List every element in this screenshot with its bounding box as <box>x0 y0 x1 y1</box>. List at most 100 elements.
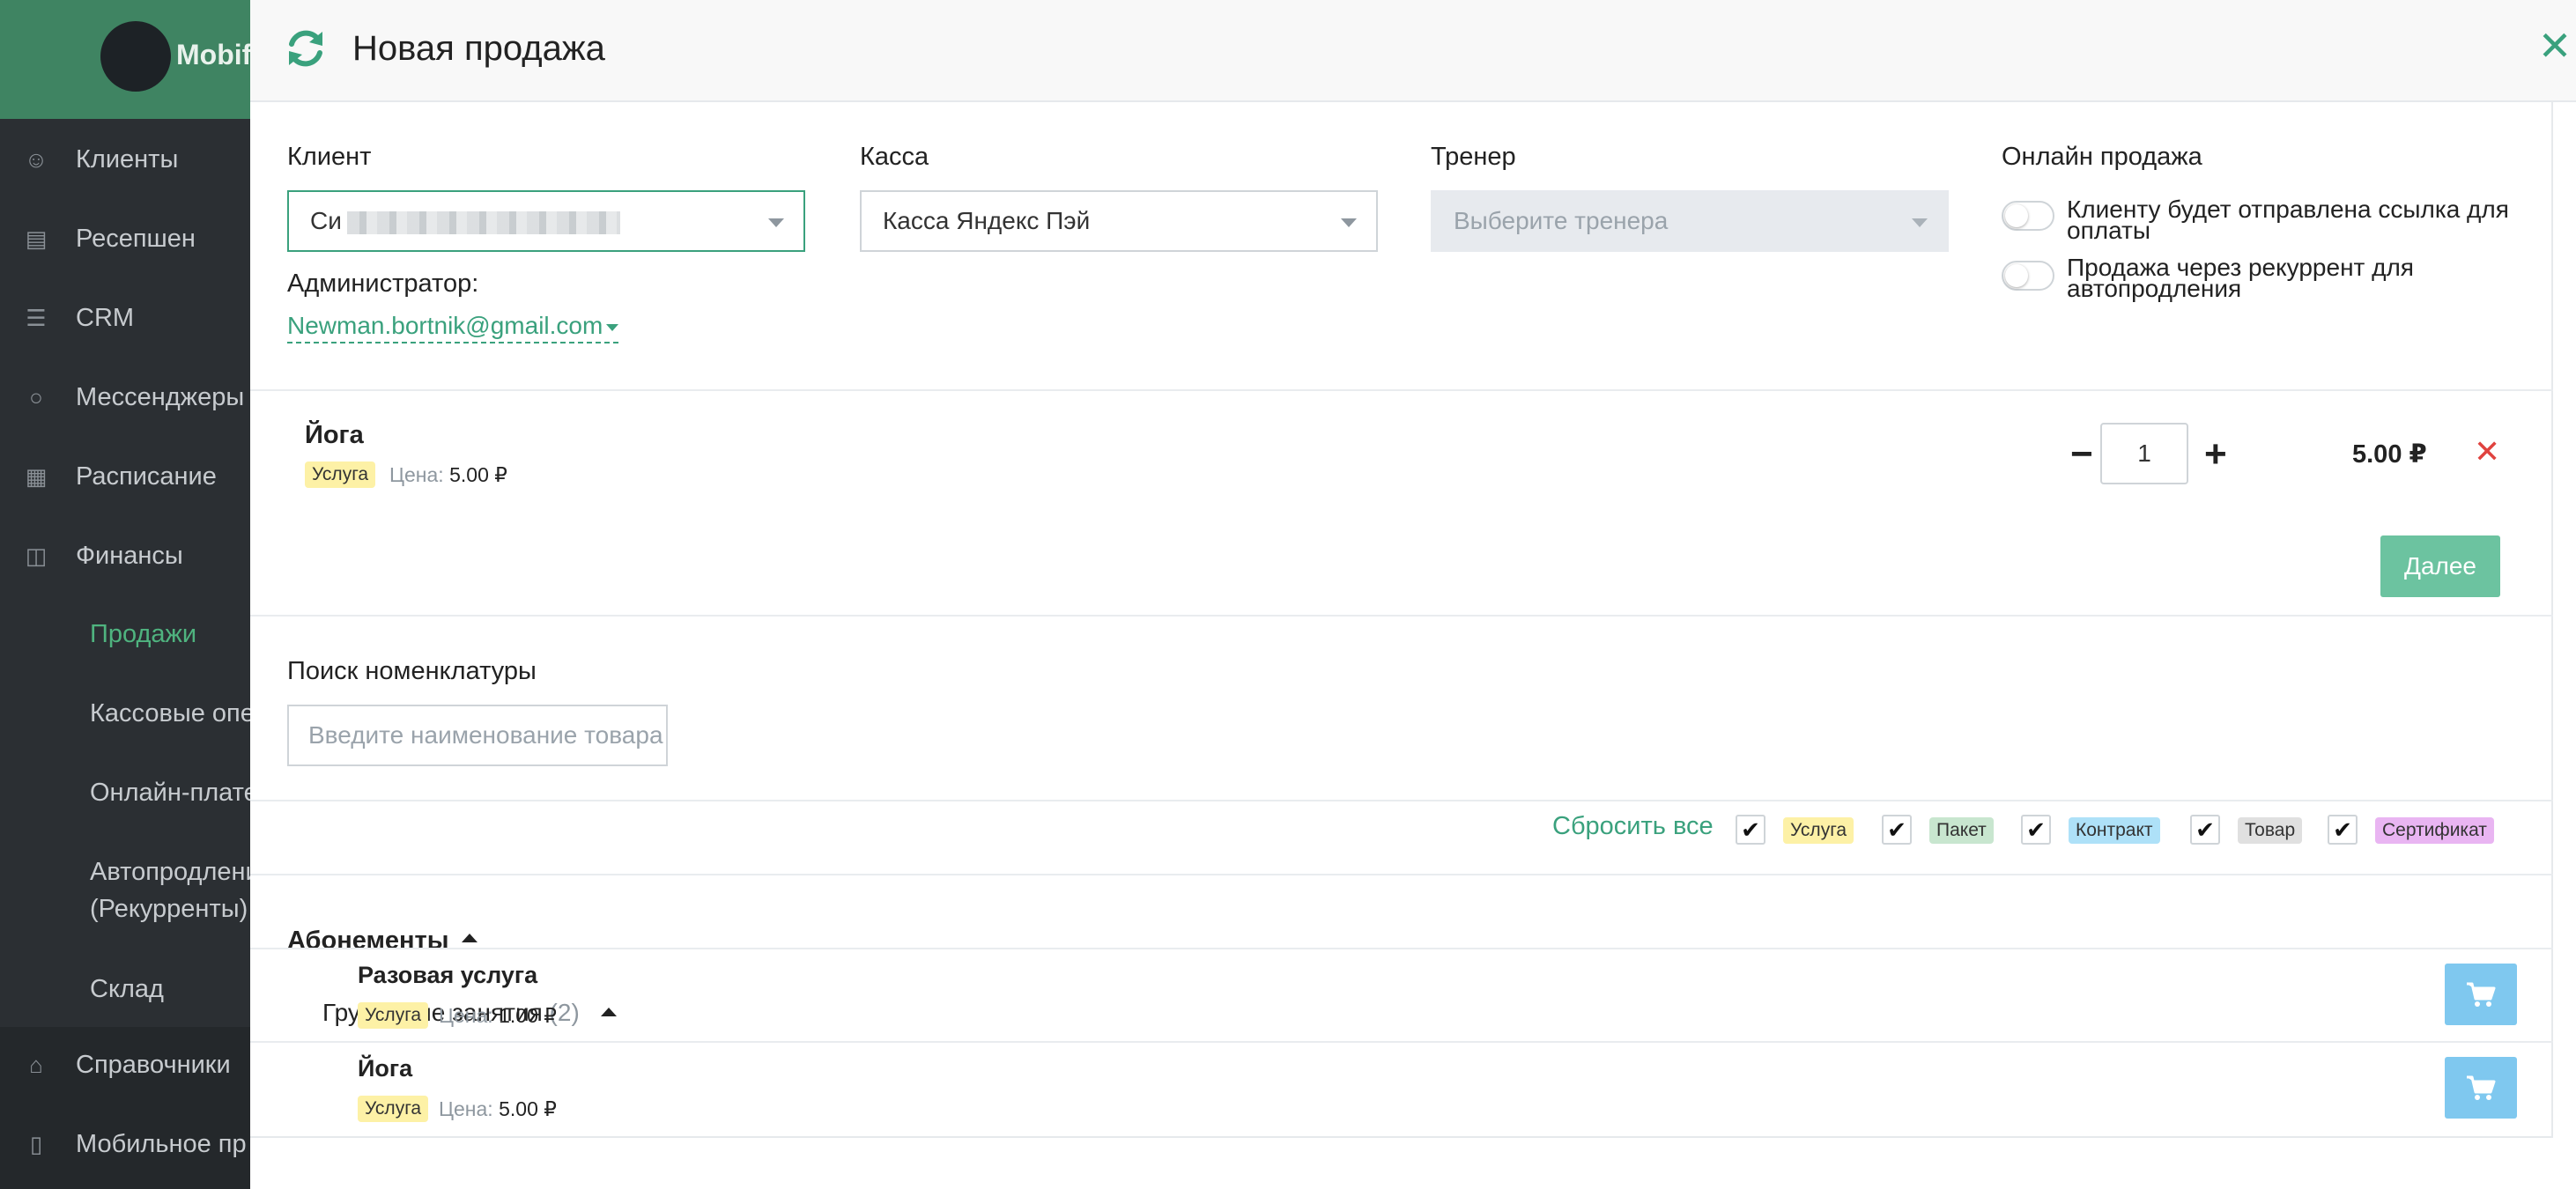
list-icon: ☰ <box>26 305 47 331</box>
close-icon[interactable]: ✕ <box>2537 26 2572 66</box>
send-payment-link-toggle[interactable] <box>2002 201 2054 231</box>
admin-label: Администратор: <box>287 270 479 298</box>
kassa-label: Касса <box>860 143 929 171</box>
admin-select[interactable]: Newman.bortnik@gmail.com <box>287 310 619 343</box>
clipboard-icon: ▤ <box>25 225 48 252</box>
sidebar-subitem-cash[interactable]: Кассовые опе <box>90 696 250 731</box>
cart-item-total: 5.00 ₽ <box>2352 440 2427 469</box>
sidebar-item-messengers[interactable]: ○ Мессенджеры <box>0 359 250 435</box>
chevron-down-icon <box>768 218 784 227</box>
filter-checkbox-usluga[interactable]: ✔ <box>1736 815 1765 845</box>
catalog-item-price: Цена: 1.00 ₽ <box>439 1004 557 1028</box>
sidebar-subitem-recurrent[interactable]: Автопродлени <box>90 854 250 890</box>
sidebar-item-schedule[interactable]: ▦ Расписание <box>0 439 250 514</box>
chevron-down-icon <box>606 323 619 331</box>
sidebar-item-mobile[interactable]: ▯ Мобильное пр <box>0 1106 250 1182</box>
divider <box>250 800 2553 801</box>
filter-checkbox-tovar[interactable]: ✔ <box>2190 815 2220 845</box>
sidebar-item-label: CRM <box>76 303 135 332</box>
admin-value: Newman.bortnik@gmail.com <box>287 312 603 339</box>
qty-plus-button[interactable]: + <box>2204 435 2227 474</box>
divider <box>250 389 2553 391</box>
cart-item-type-badge: Услуга <box>305 462 376 488</box>
chevron-down-icon <box>1912 218 1928 227</box>
sidebar-item-reception[interactable]: ▤ Ресепшен <box>0 201 250 277</box>
collapse-up-icon[interactable] <box>601 1008 617 1016</box>
mobile-icon: ▯ <box>29 1131 43 1157</box>
price-label: Цена: <box>439 1004 493 1027</box>
sidebar-item-references[interactable]: ⌂ Справочники <box>0 1027 250 1103</box>
price-label: Цена: <box>389 463 444 486</box>
filter-badge-usluga: Услуга <box>1783 817 1854 844</box>
sidebar-item-finance[interactable]: ◫ Финансы <box>0 518 250 594</box>
kassa-value: Касса Яндекс Пэй <box>883 207 1091 234</box>
client-label: Клиент <box>287 143 372 171</box>
add-to-cart-button[interactable] <box>2445 1057 2517 1119</box>
chat-icon: ○ <box>29 384 43 410</box>
divider <box>250 615 2553 617</box>
divider <box>250 1041 2553 1043</box>
collapse-up-icon[interactable] <box>462 934 477 942</box>
sidebar: Mobif ☺ Клиенты ▤ Ресепшен ☰ CRM ○ Мессе… <box>0 0 250 1189</box>
chevron-down-icon <box>1341 218 1357 227</box>
price-value: 5.00 ₽ <box>499 1097 557 1120</box>
sidebar-subitem-warehouse[interactable]: Склад <box>90 971 164 1007</box>
online-sale-label: Онлайн продажа <box>2002 143 2202 171</box>
divider <box>250 874 2553 875</box>
next-button[interactable]: Далее <box>2380 535 2500 597</box>
add-to-cart-button[interactable] <box>2445 964 2517 1025</box>
filter-badge-paket: Пакет <box>1929 817 1994 844</box>
logo-text[interactable]: Mobif <box>176 39 250 71</box>
cart-icon <box>2467 982 2496 1007</box>
catalog-item-price: Цена: 5.00 ₽ <box>439 1097 557 1121</box>
modal-title: Новая продажа <box>352 29 605 68</box>
catalog-item-name: Разовая услуга <box>358 962 538 988</box>
logo-icon[interactable] <box>100 21 171 92</box>
recurrent-sale-toggle[interactable] <box>2002 261 2054 291</box>
sidebar-subitem-online-payments[interactable]: Онлайн-плате <box>90 775 250 810</box>
modal-header: Новая продажа ✕ <box>250 0 2576 102</box>
sidebar-item-label: Расписание <box>76 462 217 491</box>
client-select[interactable]: Си <box>287 190 805 252</box>
price-value: 1.00 ₽ <box>499 1004 557 1027</box>
reset-filters-link[interactable]: Сбросить все <box>1552 812 1714 841</box>
kassa-select[interactable]: Касса Яндекс Пэй <box>860 190 1378 252</box>
sidebar-header: Mobif <box>0 0 250 119</box>
refresh-icon[interactable] <box>284 26 328 70</box>
qty-input[interactable]: 1 <box>2100 423 2188 484</box>
filter-badge-tovar: Товар <box>2238 817 2303 844</box>
client-name-blurred <box>346 210 620 234</box>
trainer-placeholder: Выберите тренера <box>1454 207 1669 234</box>
sidebar-subitem-recurrent-2[interactable]: (Рекурренты) <box>90 891 248 927</box>
catalog-item-type-badge: Услуга <box>358 1096 429 1122</box>
sidebar-item-clients[interactable]: ☺ Клиенты <box>0 122 250 197</box>
sidebar-item-label: Мобильное пр <box>76 1129 247 1158</box>
sidebar-item-label: Справочники <box>76 1050 231 1079</box>
user-icon: ☺ <box>24 146 48 173</box>
home-icon: ⌂ <box>29 1052 43 1078</box>
group-abonements[interactable]: Абонементы <box>287 927 449 956</box>
price-value: 5.00 ₽ <box>449 463 507 486</box>
remove-item-icon[interactable]: ✕ <box>2474 436 2500 468</box>
sidebar-item-label: Мессенджеры <box>76 382 245 411</box>
sidebar-subitem-sales[interactable]: Продажи <box>90 617 196 652</box>
modal-content: Клиент Си Касса Касса Яндекс Пэй Тренер … <box>250 102 2553 1138</box>
qty-minus-button[interactable]: − <box>2070 435 2093 474</box>
search-input[interactable] <box>287 705 668 766</box>
catalog-item-type-badge: Услуга <box>358 1002 429 1029</box>
calendar-icon: ▦ <box>25 463 48 490</box>
sidebar-item-label: Ресепшен <box>76 224 196 253</box>
trainer-label: Тренер <box>1431 143 1516 171</box>
filter-checkbox-sertifikat[interactable]: ✔ <box>2328 815 2358 845</box>
filter-badge-kontrakt: Контракт <box>2069 817 2160 844</box>
filter-checkbox-paket[interactable]: ✔ <box>1882 815 1912 845</box>
cart-icon <box>2467 1075 2496 1100</box>
trainer-select[interactable]: Выберите тренера <box>1431 190 1949 252</box>
price-label: Цена: <box>439 1097 493 1120</box>
sidebar-item-label: Клиенты <box>76 144 179 174</box>
sidebar-item-crm[interactable]: ☰ CRM <box>0 280 250 356</box>
cart-icon: ◫ <box>25 543 48 569</box>
filter-badge-sertifikat: Сертификат <box>2375 817 2494 844</box>
filter-checkbox-kontrakt[interactable]: ✔ <box>2021 815 2051 845</box>
new-sale-modal: Новая продажа ✕ Клиент Си Касса Касса Ян… <box>250 0 2576 1189</box>
